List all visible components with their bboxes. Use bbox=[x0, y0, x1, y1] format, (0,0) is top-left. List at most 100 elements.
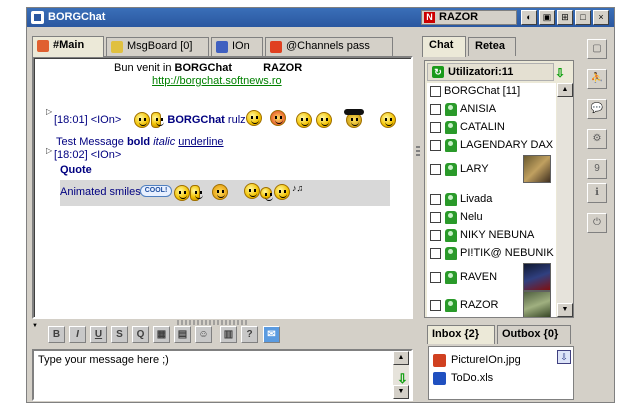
current-user-name: RAZOR bbox=[439, 11, 479, 23]
page-button[interactable]: ▥ bbox=[220, 326, 237, 343]
image-button[interactable]: ▦ bbox=[153, 326, 170, 343]
chat-message: [18:02] <IOn> bbox=[54, 149, 121, 161]
user-item[interactable]: CATALIN bbox=[427, 119, 556, 137]
pin-button[interactable]: ⊞ bbox=[557, 10, 573, 25]
user-item[interactable]: ANISIA bbox=[427, 101, 556, 119]
status-button[interactable]: ◐ bbox=[521, 10, 537, 25]
quote-button[interactable]: Q bbox=[132, 326, 149, 343]
horizontal-splitter[interactable] bbox=[177, 320, 249, 325]
tab-chat[interactable]: Chat bbox=[422, 36, 466, 57]
chat-area[interactable]: Bun venit in BORGChat RAZOR http://borgc… bbox=[32, 56, 413, 319]
user-name: Nelu bbox=[460, 211, 483, 223]
vertical-splitter[interactable] bbox=[415, 56, 421, 319]
party-smiley-icon bbox=[270, 110, 286, 126]
user-icon bbox=[445, 271, 457, 284]
user-item[interactable]: PI!TIK@ NEBUNIK bbox=[427, 245, 556, 263]
table-button[interactable]: ▤ bbox=[174, 326, 191, 343]
users-header: ↻ Utilizatori:11 ⇩ bbox=[427, 63, 565, 81]
smiley-icon bbox=[246, 110, 262, 126]
user-checkbox[interactable] bbox=[430, 230, 441, 241]
user-checkbox[interactable] bbox=[430, 212, 441, 223]
user-list[interactable]: BORGChat [11] ANISIA CATALIN LAGENDARY D… bbox=[427, 83, 556, 317]
message-italic-text: italic bbox=[153, 136, 176, 148]
refresh-icon[interactable]: ↻ bbox=[432, 66, 444, 78]
close-button[interactable]: × bbox=[593, 10, 609, 25]
image-file-icon bbox=[433, 354, 446, 367]
singing-smiley-icon bbox=[274, 184, 290, 200]
thumbs-up-icon bbox=[190, 185, 203, 201]
group-name: BORGChat [11] bbox=[444, 85, 521, 97]
tab-retea[interactable]: Retea bbox=[468, 37, 516, 56]
user-item[interactable]: NIKY NEBUNA bbox=[427, 227, 556, 245]
welcome-link[interactable]: http://borgchat.softnews.ro bbox=[152, 75, 282, 87]
message-time: [18:02] bbox=[54, 149, 88, 161]
message-input[interactable]: Type your message here ;) bbox=[38, 354, 378, 394]
sidebar-info-button[interactable]: ℹ bbox=[587, 183, 607, 203]
user-avatar bbox=[523, 291, 551, 317]
user-icon bbox=[445, 193, 457, 206]
options-button[interactable]: ▣ bbox=[539, 10, 555, 25]
user-checkbox[interactable] bbox=[430, 140, 441, 151]
sidebar-message-button[interactable]: 💬 bbox=[587, 99, 607, 119]
quote-text: Quote bbox=[60, 164, 92, 176]
sidebar-window-button[interactable]: ▢ bbox=[587, 39, 607, 59]
user-badge-icon: N bbox=[424, 12, 435, 23]
email-button[interactable]: ✉ bbox=[263, 326, 280, 343]
underline-button[interactable]: U bbox=[90, 326, 107, 343]
scroll-down-icon[interactable]: ▼ bbox=[557, 303, 573, 317]
sidebar-settings-button[interactable]: ⚙ bbox=[587, 129, 607, 149]
channel-pass-icon bbox=[270, 41, 282, 53]
user-checkbox[interactable] bbox=[430, 248, 441, 259]
sidebar-number-button[interactable]: 9 bbox=[587, 159, 607, 179]
animated-smiles-row: Animated smiles COOL! ♪♫ bbox=[60, 180, 390, 206]
group-checkbox[interactable] bbox=[430, 86, 441, 97]
user-icon bbox=[445, 299, 457, 312]
sidebar-power-button[interactable]: ⏻ bbox=[587, 213, 607, 233]
tab-main[interactable]: #Main bbox=[32, 36, 104, 57]
maximize-button[interactable]: □ bbox=[575, 10, 591, 25]
users-count-label: Utilizatori:11 bbox=[448, 66, 514, 78]
user-checkbox[interactable] bbox=[430, 300, 441, 311]
help-button[interactable]: ? bbox=[241, 326, 258, 343]
tab-channels-pass[interactable]: @Channels pass bbox=[265, 37, 393, 56]
hat-icon bbox=[344, 109, 364, 115]
user-name: CATALIN bbox=[460, 121, 505, 133]
user-group[interactable]: BORGChat [11] bbox=[427, 83, 556, 101]
user-name: LAGENDARY DAX bbox=[460, 139, 554, 151]
user-panel: ↻ Utilizatori:11 ⇩ BORGChat [11] ANISIA … bbox=[424, 60, 574, 318]
user-name: Livada bbox=[460, 193, 493, 205]
tab-ion[interactable]: IOn bbox=[211, 37, 263, 56]
main-channel-icon bbox=[37, 40, 49, 52]
user-checkbox[interactable] bbox=[430, 164, 441, 175]
user-item[interactable]: LAGENDARY DAX bbox=[427, 137, 556, 155]
scroll-down-icon[interactable]: ▼ bbox=[393, 385, 409, 399]
message-underline-text: underline bbox=[178, 136, 224, 148]
title-bar[interactable]: BORGChat N RAZOR ◐ ▣ ⊞ □ × bbox=[27, 8, 614, 27]
download-file-icon[interactable]: ⇩ bbox=[557, 350, 571, 364]
download-arrow-icon[interactable]: ⇩ bbox=[555, 65, 567, 80]
smiley-button[interactable]: ☺ bbox=[195, 326, 212, 343]
scroll-up-icon[interactable]: ▲ bbox=[393, 351, 409, 365]
user-avatar bbox=[523, 263, 551, 291]
user-item[interactable]: Nelu bbox=[427, 209, 556, 227]
tab-msgboard[interactable]: MsgBoard [0] bbox=[106, 37, 209, 56]
message-marker-icon: ▷ bbox=[46, 107, 53, 116]
file-name: ToDo.xls bbox=[451, 372, 494, 384]
music-notes-icon: ♪♫ bbox=[292, 183, 304, 193]
sidebar-user-button[interactable]: ⛹ bbox=[587, 69, 607, 89]
tab-outbox[interactable]: Outbox {0} bbox=[497, 325, 571, 344]
user-checkbox[interactable] bbox=[430, 194, 441, 205]
app-window: BORGChat N RAZOR ◐ ▣ ⊞ □ × #Main MsgBoar… bbox=[26, 7, 615, 403]
send-arrow-icon[interactable]: ⇩ bbox=[397, 371, 408, 387]
bold-button[interactable]: B bbox=[48, 326, 65, 343]
user-checkbox[interactable] bbox=[430, 122, 441, 133]
scroll-up-icon[interactable]: ▲ bbox=[557, 83, 573, 97]
user-item[interactable]: Livada bbox=[427, 191, 556, 209]
user-list-scrollbar[interactable]: ▲ ▼ bbox=[557, 83, 573, 317]
italic-button[interactable]: I bbox=[69, 326, 86, 343]
strike-button[interactable]: S bbox=[111, 326, 128, 343]
user-checkbox[interactable] bbox=[430, 104, 441, 115]
welcome-text: Bun venit in BORGChat RAZOR bbox=[114, 62, 302, 74]
tab-inbox[interactable]: Inbox {2} bbox=[427, 325, 495, 344]
user-checkbox[interactable] bbox=[430, 272, 441, 283]
